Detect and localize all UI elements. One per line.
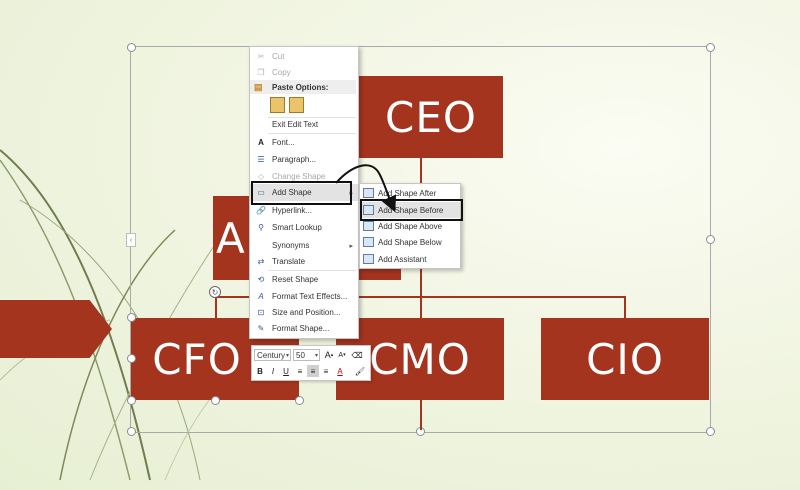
font-color-icon: A	[337, 366, 343, 376]
grow-font-button[interactable]: A ▴	[323, 349, 335, 361]
annotation-arrow	[335, 164, 397, 213]
align-center-icon: ≡	[310, 366, 316, 376]
bold-label: B	[257, 366, 263, 376]
italic-button[interactable]: I	[267, 365, 279, 377]
mini-toolbar: Century ▾ 50 ▾ A ▴ A ▾ ⌫ B I U ≡ ≡ ≡ A 🖌	[251, 345, 371, 381]
font-name-value: Century	[257, 350, 286, 360]
align-center-button[interactable]: ≡	[307, 365, 319, 377]
underline-button[interactable]: U	[280, 365, 292, 377]
font-size-dropdown[interactable]: 50 ▾	[293, 349, 320, 361]
chevron-down-icon: ▾	[285, 352, 289, 359]
align-right-icon: ≡	[323, 366, 329, 376]
align-left-icon: ≡	[297, 366, 303, 376]
align-left-button[interactable]: ≡	[294, 365, 306, 377]
clear-formatting-button[interactable]: ⌫	[351, 349, 363, 361]
bold-button[interactable]: B	[254, 365, 266, 377]
italic-label: I	[271, 366, 275, 376]
shrink-font-button[interactable]: A ▾	[336, 349, 348, 361]
clear-formatting-icon: ⌫	[351, 350, 363, 360]
font-size-value: 50	[296, 350, 305, 360]
chevron-down-icon: ▾	[314, 352, 318, 359]
font-color-button[interactable]: A	[334, 365, 346, 377]
underline-label: U	[283, 366, 289, 376]
font-name-dropdown[interactable]: Century ▾	[254, 349, 291, 361]
format-painter-icon: 🖌	[354, 366, 366, 376]
align-right-button[interactable]: ≡	[320, 365, 332, 377]
format-painter-button[interactable]: 🖌	[354, 365, 366, 377]
